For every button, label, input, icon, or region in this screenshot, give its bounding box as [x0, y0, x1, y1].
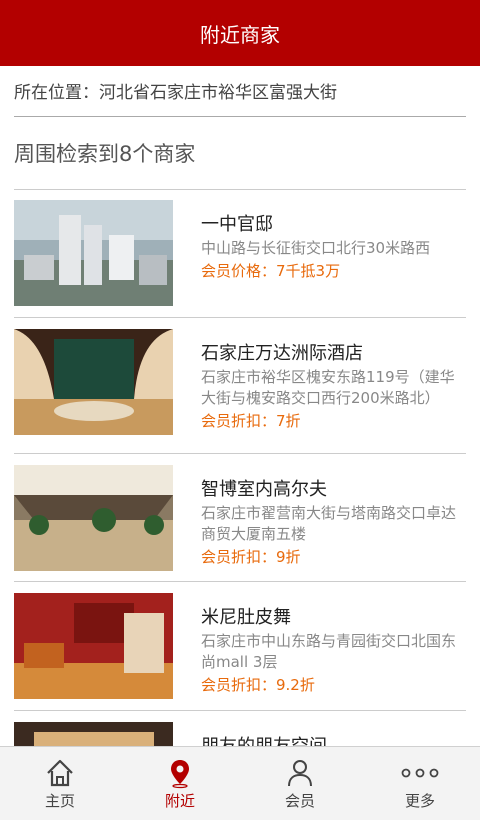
merchant-thumbnail [14, 465, 173, 571]
tab-nearby[interactable]: 附近 [120, 747, 240, 820]
tab-label: 主页 [44, 792, 75, 810]
merchant-price: 会员折扣：9.2折 [201, 676, 315, 694]
merchant-address: 石家庄市中山东路与青园街交口北国东尚mall 3层 [201, 632, 457, 671]
user-icon [284, 756, 316, 790]
tab-label: 附近 [164, 792, 195, 810]
merchant-name: 一中官邸 [201, 214, 273, 235]
merchant-item[interactable]: 一中官邸 中山路与长征街交口北行30米路西 会员价格：7千抵3万 [14, 189, 466, 317]
home-icon [44, 756, 76, 790]
merchant-address: 石家庄市翟营南大街与塔南路交口卓达商贸大厦南五楼 [201, 504, 457, 543]
merchant-item[interactable]: 智博室内高尔夫 石家庄市翟营南大街与塔南路交口卓达商贸大厦南五楼 会员折扣：9折 [14, 454, 466, 582]
results-count: 周围检索到8个商家 [14, 142, 196, 166]
merchant-price: 会员折扣：7折 [201, 412, 301, 430]
tab-home[interactable]: 主页 [0, 747, 120, 820]
tab-label: 会员 [284, 792, 315, 810]
merchant-item[interactable]: 米尼肚皮舞 石家庄市中山东路与青园街交口北国东尚mall 3层 会员折扣：9.2… [14, 582, 466, 710]
merchant-thumbnail [14, 722, 173, 746]
merchant-name: 米尼肚皮舞 [201, 607, 291, 628]
tab-more[interactable]: 更多 [360, 747, 480, 820]
tab-member[interactable]: 会员 [240, 747, 360, 820]
tab-label: 更多 [404, 792, 435, 810]
merchant-name: 智博室内高尔夫 [201, 479, 327, 500]
merchant-price: 会员价格：7千抵3万 [201, 262, 341, 280]
page-title: 附近商家 [200, 22, 280, 47]
current-location: 所在位置：河北省石家庄市裕华区富强大街 [14, 78, 466, 117]
merchant-item[interactable]: 石家庄万达洲际酒店 石家庄市裕华区槐安东路119号（建华大街与槐安路交口西行20… [14, 318, 466, 446]
merchant-thumbnail [14, 200, 173, 306]
merchant-address: 中山路与长征街交口北行30米路西 [201, 239, 431, 257]
merchant-name: 朋友的朋友空间 [201, 736, 466, 746]
merchant-item[interactable]: 朋友的朋友空间 [14, 711, 466, 746]
merchant-address: 石家庄市裕华区槐安东路119号（建华大街与槐安路交口西行200米路北） [201, 368, 455, 407]
merchant-thumbnail [14, 329, 173, 435]
location-pin-icon [164, 756, 196, 790]
merchant-thumbnail [14, 593, 173, 699]
more-dots-icon [400, 756, 440, 790]
merchant-list[interactable]: 一中官邸 中山路与长征街交口北行30米路西 会员价格：7千抵3万 石家庄万达洲际… [0, 189, 480, 746]
app-header: 附近商家 [0, 0, 480, 66]
merchant-name: 石家庄万达洲际酒店 [201, 343, 363, 364]
merchant-price: 会员折扣：9折 [201, 548, 301, 566]
bottom-tab-bar: 主页 附近 会员 更多 [0, 746, 480, 820]
